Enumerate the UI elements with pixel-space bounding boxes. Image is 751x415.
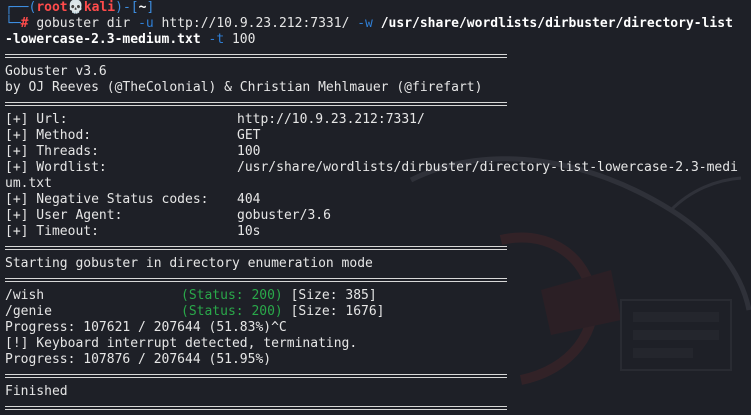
config-line: [+] User Agent: gobuster/3.6	[5, 208, 751, 224]
config-value: 404	[237, 192, 261, 207]
config-line: [+] Wordlist: /usr/share/wordlists/dirbus…	[5, 160, 751, 176]
command-name: gobuster	[36, 16, 99, 31]
flag-url: -u	[130, 16, 154, 31]
command-subcommand: dir	[98, 16, 131, 31]
prompt-host: kali	[83, 0, 116, 15]
config-key: [+] Timeout:	[5, 224, 99, 239]
result-status: (Status: 200)	[181, 304, 283, 319]
flag-threads: -t	[200, 32, 225, 47]
separator	[5, 240, 751, 256]
prompt-line-1: ┌──(root💀kali)-[~]	[5, 0, 751, 16]
config-line: [+] Negative Status codes: 404	[5, 192, 751, 208]
config-line-wrap: um.txt	[5, 176, 751, 192]
separator	[5, 96, 751, 112]
result-status: (Status: 200)	[181, 288, 283, 303]
arg-url: http://10.9.23.212:7331/	[153, 16, 350, 31]
config-value: gobuster/3.6	[237, 208, 331, 223]
config-line: [+] Threads: 100	[5, 144, 751, 160]
config-line: [+] Method: GET	[5, 128, 751, 144]
skull-icon: 💀	[67, 0, 84, 15]
banner-authors: by OJ Reeves (@TheColonial) & Christian …	[5, 80, 483, 95]
arg-wordlist-part2: -lowercase-2.3-medium.txt	[5, 32, 201, 47]
command-line[interactable]: └─# gobuster dir -u http://10.9.23.212:7…	[5, 16, 751, 32]
config-value: GET	[237, 128, 261, 143]
command-line-wrap: -lowercase-2.3-medium.txt -t 100	[5, 32, 751, 48]
config-key: [+] Wordlist:	[5, 160, 107, 175]
separator	[5, 400, 751, 415]
config-key: [+] Url:	[5, 112, 68, 127]
result-row: /genie (Status: 200) [Size: 1676]	[5, 304, 751, 320]
progress-line: Progress: 107621 / 207644 (51.83%)^C	[5, 320, 287, 335]
result-path: /genie	[5, 304, 52, 319]
banner-version: Gobuster v3.6	[5, 64, 107, 79]
prompt-frame-end: ]	[146, 0, 155, 15]
prompt-hash: #	[20, 16, 29, 31]
config-value: http://10.9.23.212:7331/	[237, 112, 425, 127]
config-value: 100	[237, 144, 261, 159]
arg-threads: 100	[224, 32, 256, 47]
terminal-window[interactable]: ┌──(root💀kali)-[~] └─# gobuster dir -u h…	[0, 0, 751, 415]
config-wrap-text: um.txt	[5, 176, 52, 191]
result-size: [Size: 385]	[290, 288, 377, 303]
config-key: [+] Method:	[5, 128, 92, 143]
config-value: /usr/share/wordlists/dirbuster/directory…	[237, 160, 738, 175]
result-row: /wish (Status: 200) [Size: 385]	[5, 288, 751, 304]
result-size: [Size: 1676]	[290, 304, 385, 319]
config-key: [+] Negative Status codes:	[5, 192, 209, 207]
config-line: [+] Timeout: 10s	[5, 224, 751, 240]
separator	[5, 368, 751, 384]
config-line: [+] Url: http://10.9.23.212:7331/	[5, 112, 751, 128]
flag-wordlist: -w	[349, 16, 373, 31]
progress-line: Progress: 107876 / 207644 (51.95%)	[5, 352, 272, 367]
prompt-frame-mid: )-[	[115, 0, 139, 15]
prompt-user: root	[36, 0, 68, 15]
finished-message: Finished	[5, 384, 68, 399]
config-value: 10s	[237, 224, 261, 239]
result-path: /wish	[5, 288, 45, 303]
separator	[5, 48, 751, 64]
start-message: Starting gobuster in directory enumerati…	[5, 256, 373, 271]
prompt-frame-bottom: └─	[5, 16, 21, 31]
config-key: [+] User Agent:	[5, 208, 123, 223]
separator	[5, 272, 751, 288]
prompt-frame: ┌──(	[5, 0, 37, 15]
interrupt-message: [!] Keyboard interrupt detected, termina…	[5, 336, 358, 351]
config-key: [+] Threads:	[5, 144, 99, 159]
arg-wordlist-part1: /usr/share/wordlists/dirbuster/directory…	[372, 16, 733, 31]
